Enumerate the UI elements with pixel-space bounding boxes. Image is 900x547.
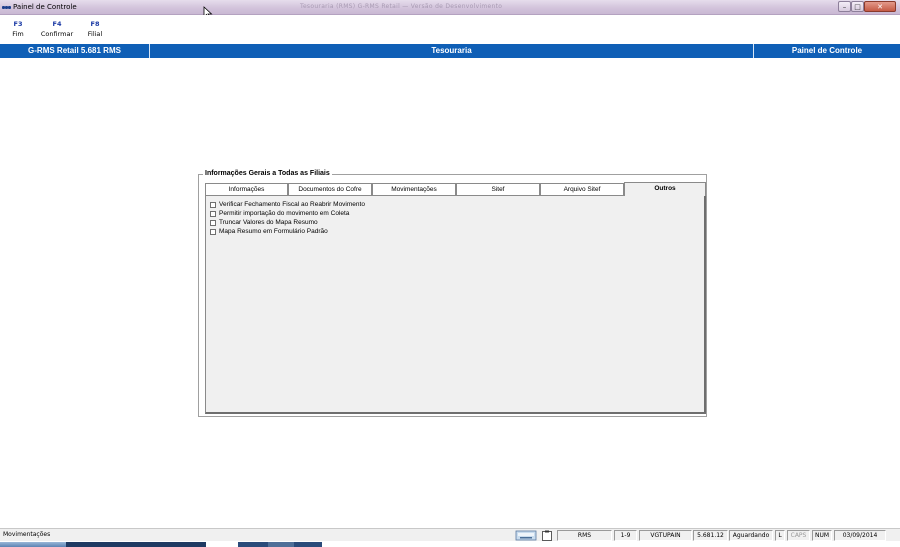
taskbar-strip	[0, 541, 900, 547]
f4-confirmar-button[interactable]: F4 Confirmar	[37, 20, 77, 40]
module-header: G-RMS Retail 5.681 RMS Tesouraria Painel…	[0, 44, 900, 58]
checkbox-label: Truncar Valores do Mapa Resumo	[219, 219, 318, 226]
f8-filial-button[interactable]: F8 Filial	[75, 20, 115, 40]
module-title: Tesouraria	[431, 46, 472, 55]
status-branch: 1-9	[614, 530, 637, 541]
status-date: 03/09/2014	[834, 530, 886, 541]
close-icon: ✕	[877, 3, 883, 11]
taskbar-item[interactable]	[66, 542, 206, 547]
status-bar: Movimentações RMS 1-9 VGTUPAIN 5.681.12 …	[0, 528, 900, 541]
status-state: Aguardando	[729, 530, 773, 541]
fkey-code: F3	[13, 20, 23, 28]
checkbox-label: Verificar Fechamento Fiscal ao Reabrir M…	[219, 201, 365, 208]
function-key-toolbar: F3 Fim F4 Confirmar F8 Filial	[0, 15, 900, 44]
taskbar-item[interactable]	[294, 542, 322, 547]
fkey-label: Confirmar	[40, 30, 74, 38]
option-truncar-valores[interactable]: Truncar Valores do Mapa Resumo	[210, 219, 410, 227]
tab-sitef[interactable]: Sitef	[456, 183, 540, 195]
product-version-label: G-RMS Retail 5.681 RMS	[0, 44, 150, 58]
status-version: 5.681.12	[693, 530, 728, 541]
checkbox-label: Mapa Resumo em Formulário Padrão	[219, 228, 328, 235]
status-program: VGTUPAIN	[639, 530, 692, 541]
option-verificar-fechamento-fiscal[interactable]: Verificar Fechamento Fiscal ao Reabrir M…	[210, 201, 410, 209]
taskbar-item[interactable]	[268, 542, 294, 547]
window-title-obscured: Tesouraria (RMS) G-RMS Retail — Versão d…	[300, 3, 503, 10]
status-caps: CAPS	[787, 530, 810, 541]
fkey-code: F8	[90, 20, 100, 28]
tab-arquivo-sitef[interactable]: Arquivo Sitef	[540, 183, 624, 195]
tab-informacoes[interactable]: Informações	[205, 183, 288, 195]
window-title: Painel de Controle	[13, 3, 77, 11]
checkbox[interactable]	[210, 220, 216, 226]
option-mapa-resumo-formulario[interactable]: Mapa Resumo em Formulário Padrão	[210, 228, 410, 236]
minimize-icon: –	[842, 3, 847, 11]
maximize-button[interactable]: □	[851, 1, 864, 12]
checkbox[interactable]	[210, 202, 216, 208]
clipboard-icon	[542, 530, 552, 541]
checkbox-label: Permitir importação do movimento em Cole…	[219, 210, 350, 217]
checkbox[interactable]	[210, 211, 216, 217]
f3-fim-button[interactable]: F3 Fim	[0, 20, 38, 40]
screen-title: Painel de Controle	[753, 44, 900, 58]
status-message: Movimentações	[3, 531, 51, 538]
close-button[interactable]: ✕	[864, 1, 896, 12]
status-num: NUM	[812, 530, 832, 541]
tab-documentos-do-cofre[interactable]: Documentos do Cofre	[288, 183, 372, 195]
groupbox-title: Informações Gerais a Todas as Filiais	[203, 170, 332, 177]
fkey-label: Filial	[87, 30, 103, 38]
window-titlebar[interactable]: Painel de Controle Tesouraria (RMS) G-RM…	[0, 0, 900, 15]
maximize-icon: □	[854, 3, 861, 11]
taskbar-item[interactable]	[238, 542, 268, 547]
tab-outros[interactable]: Outros	[624, 182, 706, 196]
taskbar-start[interactable]	[0, 542, 66, 547]
app-icon	[2, 5, 12, 10]
tab-movimentacoes[interactable]: Movimentações	[372, 183, 456, 195]
minimize-button[interactable]: –	[838, 1, 851, 12]
keyboard-icon	[515, 530, 537, 541]
option-permitir-importacao[interactable]: Permitir importação do movimento em Cole…	[210, 210, 410, 218]
status-lock: L	[775, 530, 785, 541]
checkbox[interactable]	[210, 229, 216, 235]
fkey-label: Fim	[12, 30, 24, 38]
fkey-code: F4	[52, 20, 62, 28]
status-system: RMS	[557, 530, 612, 541]
